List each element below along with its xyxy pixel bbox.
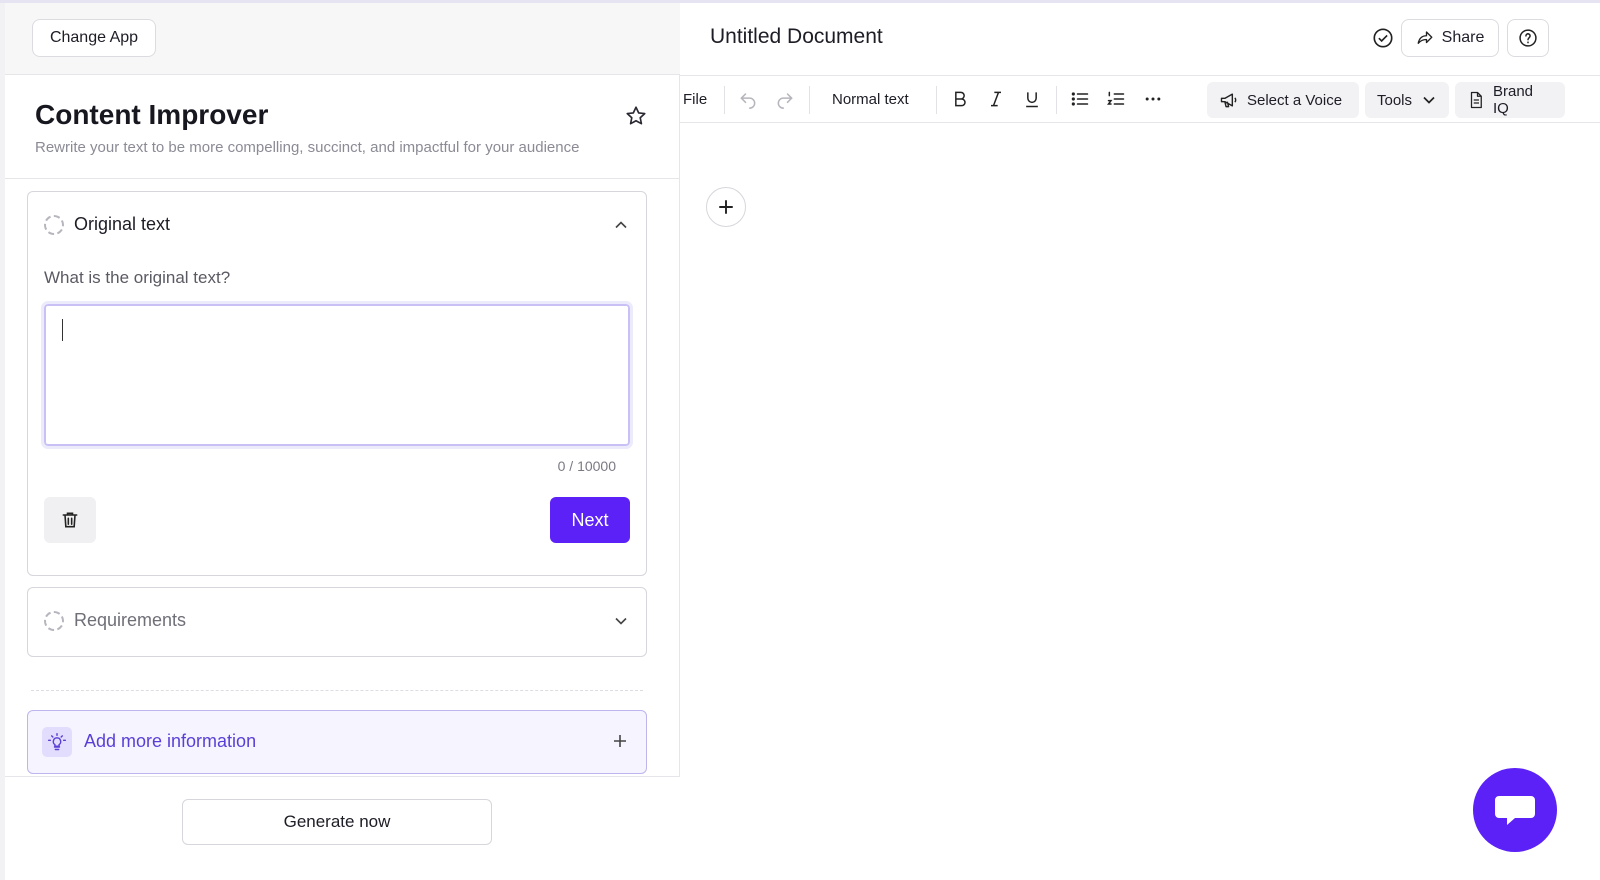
more-options-button[interactable] bbox=[1143, 76, 1163, 122]
plus-icon bbox=[719, 200, 733, 214]
app-header: Content Improver Rewrite your text to be… bbox=[5, 75, 680, 179]
bullet-list-icon bbox=[1071, 92, 1089, 106]
editor-toolbar: File Normal text Select a Voice Tools Br… bbox=[680, 75, 1600, 123]
original-text-question: What is the original text? bbox=[44, 268, 231, 287]
app-footer: Generate now bbox=[5, 776, 680, 880]
change-app-button[interactable]: Change App bbox=[32, 19, 156, 57]
share-label: Share bbox=[1441, 29, 1485, 46]
chat-icon bbox=[1495, 796, 1535, 825]
bold-button[interactable] bbox=[950, 76, 970, 122]
chevron-up-icon[interactable] bbox=[614, 218, 628, 232]
share-icon bbox=[1417, 31, 1433, 44]
next-button[interactable]: Next bbox=[550, 497, 630, 543]
lightbulb-icon-box bbox=[42, 727, 72, 757]
add-more-information-label: Add more information bbox=[84, 731, 257, 751]
add-block-button[interactable] bbox=[706, 187, 746, 227]
app-panel-topbar: Change App bbox=[5, 3, 680, 75]
dashed-circle-icon bbox=[44, 214, 64, 235]
dashed-circle-icon bbox=[44, 610, 64, 631]
star-icon[interactable] bbox=[625, 105, 647, 127]
help-button[interactable] bbox=[1507, 19, 1549, 57]
lightbulb-icon bbox=[47, 732, 67, 751]
text-caret bbox=[62, 319, 63, 341]
redo-button[interactable] bbox=[775, 76, 795, 122]
bold-icon bbox=[955, 91, 966, 107]
help-icon bbox=[1519, 29, 1537, 47]
numbered-list-button[interactable] bbox=[1106, 76, 1126, 122]
undo-button[interactable] bbox=[738, 76, 758, 122]
select-voice-label: Select a Voice bbox=[1247, 91, 1343, 109]
check-circle-icon bbox=[1373, 28, 1393, 48]
redo-icon bbox=[777, 93, 793, 109]
more-icon bbox=[1145, 97, 1161, 101]
numbered-list-icon bbox=[1107, 91, 1125, 105]
bullet-list-button[interactable] bbox=[1070, 76, 1090, 122]
original-text-header[interactable]: Original text bbox=[44, 214, 170, 235]
tools-label: Tools bbox=[1377, 91, 1413, 109]
italic-icon bbox=[991, 91, 1001, 107]
undo-icon bbox=[740, 93, 756, 109]
underline-icon bbox=[1026, 92, 1038, 108]
select-voice-button[interactable]: Select a Voice bbox=[1207, 82, 1359, 118]
text-style-dropdown[interactable]: Normal text bbox=[832, 76, 909, 122]
chevron-down-icon bbox=[1423, 96, 1435, 104]
chat-support-button[interactable] bbox=[1473, 768, 1557, 852]
tools-dropdown[interactable]: Tools bbox=[1365, 82, 1449, 118]
app-subtitle: Rewrite your text to be more compelling,… bbox=[35, 139, 580, 156]
clear-button[interactable] bbox=[44, 497, 96, 543]
character-counter: 0 / 10000 bbox=[557, 458, 616, 474]
document-title[interactable]: Untitled Document bbox=[710, 25, 883, 49]
requirements-section[interactable]: Requirements bbox=[27, 587, 647, 657]
megaphone-icon bbox=[1220, 93, 1237, 108]
trash-icon bbox=[62, 512, 78, 528]
app-title: Content Improver bbox=[35, 99, 269, 130]
share-button[interactable]: Share bbox=[1401, 19, 1499, 57]
add-more-information-button[interactable]: Add more information bbox=[27, 710, 647, 774]
file-menu[interactable]: File bbox=[683, 76, 707, 122]
document-editor: Untitled Document Share File Normal text bbox=[680, 3, 1600, 880]
plus-icon bbox=[614, 735, 626, 747]
toolbar-separator bbox=[809, 86, 810, 114]
requirements-header[interactable]: Requirements bbox=[44, 610, 186, 631]
toolbar-separator bbox=[936, 86, 937, 114]
brand-iq-button[interactable]: Brand IQ bbox=[1455, 82, 1565, 118]
original-text-section: Original text What is the original text?… bbox=[27, 191, 647, 576]
toolbar-separator bbox=[724, 86, 725, 114]
chevron-down-icon[interactable] bbox=[614, 614, 628, 628]
original-text-title: Original text bbox=[74, 214, 171, 234]
toolbar-separator bbox=[1056, 86, 1057, 114]
generate-now-button[interactable]: Generate now bbox=[182, 799, 492, 845]
document-topbar: Untitled Document Share bbox=[680, 3, 1600, 75]
document-icon bbox=[1470, 91, 1482, 109]
brand-iq-label: Brand IQ bbox=[1493, 83, 1534, 117]
original-text-input[interactable] bbox=[41, 301, 633, 449]
requirements-title: Requirements bbox=[74, 610, 187, 630]
app-panel: Change App Content Improver Rewrite your… bbox=[0, 3, 680, 880]
underline-button[interactable] bbox=[1022, 76, 1042, 122]
italic-button[interactable] bbox=[986, 76, 1006, 122]
section-divider bbox=[31, 690, 643, 691]
